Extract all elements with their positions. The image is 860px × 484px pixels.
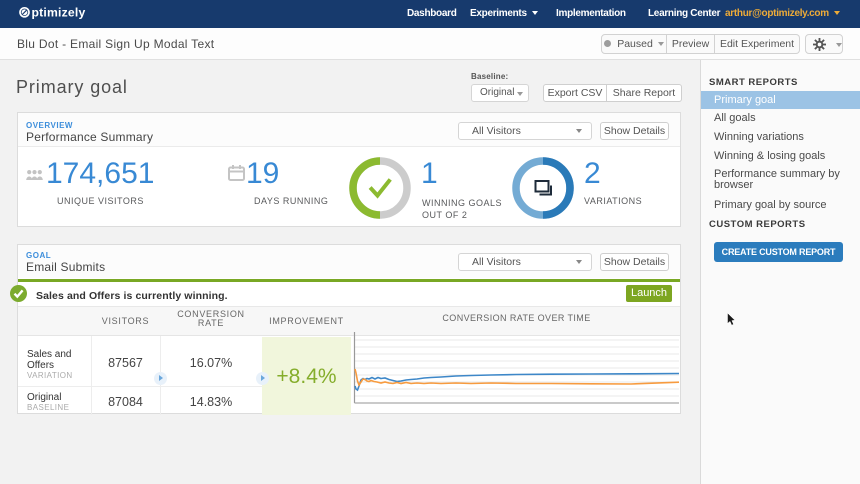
svg-text:ptimizely: ptimizely <box>32 6 86 20</box>
